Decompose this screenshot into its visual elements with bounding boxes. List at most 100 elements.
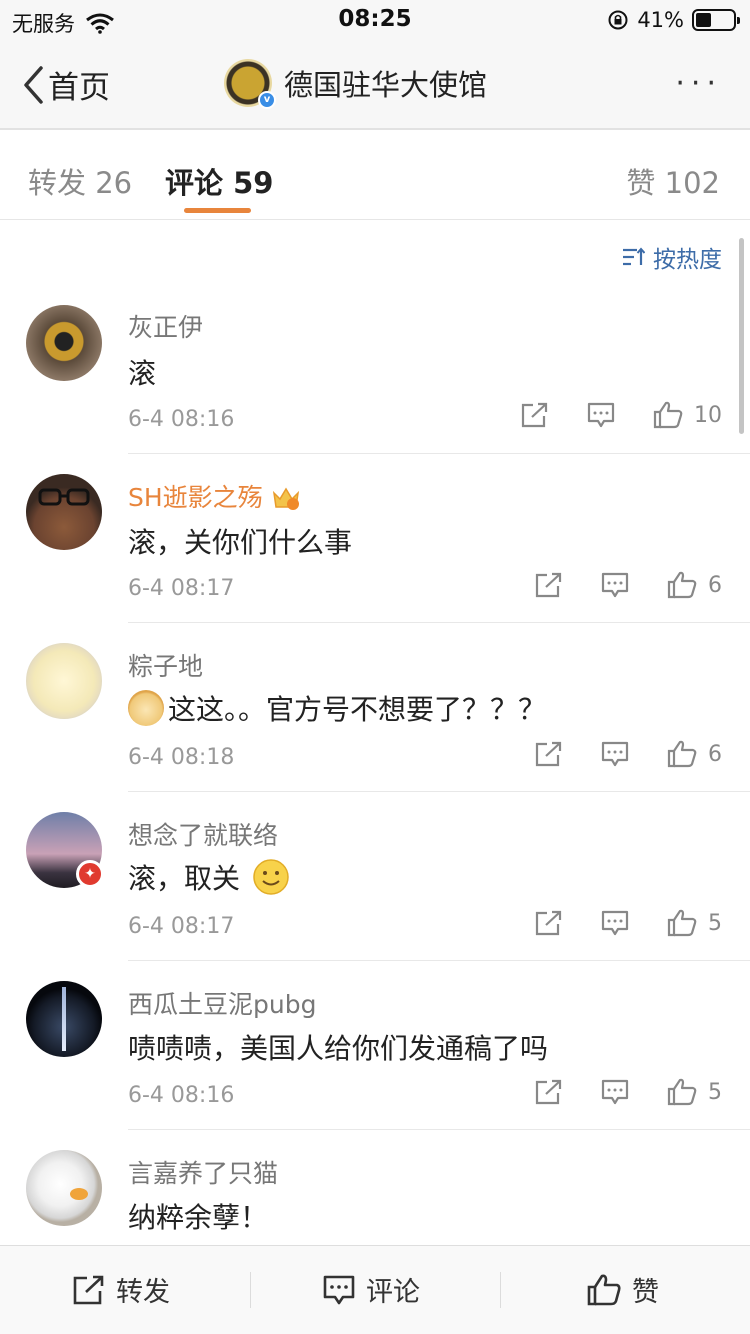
- comment-icon: [601, 572, 629, 598]
- like-button[interactable]: 10: [652, 400, 722, 430]
- divider: [128, 622, 750, 623]
- comment-text: 纳粹余孽！: [128, 1196, 268, 1236]
- separator: [250, 1272, 251, 1308]
- sort-label: 按热度: [653, 247, 722, 273]
- reply-button[interactable]: [600, 571, 630, 599]
- comment-time: 6-4 08:16: [128, 1083, 235, 1108]
- comment-text: 这这。。官方号不想要了？？？: [128, 688, 546, 728]
- comment-time: 6-4 08:17: [128, 576, 235, 601]
- reply-button[interactable]: [586, 401, 616, 429]
- divider: [128, 453, 750, 454]
- avatar[interactable]: ✦: [26, 812, 104, 888]
- badge-icon: ✦: [76, 860, 104, 888]
- tab-likes[interactable]: 赞 102: [626, 160, 720, 202]
- sort-toggle[interactable]: 按热度: [621, 240, 722, 274]
- comment-text: 滚: [128, 352, 156, 392]
- like-button[interactable]: 5: [666, 1077, 722, 1107]
- comment-author[interactable]: 西瓜土豆泥pubg: [128, 985, 316, 1021]
- share-icon: [73, 1275, 104, 1304]
- tab-bar: 转发 26 评论 59 赞 102: [0, 132, 750, 220]
- like-button[interactable]: 5: [666, 908, 722, 938]
- comment-actions: 10: [484, 400, 722, 430]
- back-button[interactable]: 首页: [22, 62, 110, 107]
- tab-repost[interactable]: 转发 26: [28, 160, 132, 202]
- comment-button[interactable]: 评论: [322, 1270, 420, 1309]
- share-button[interactable]: [534, 740, 564, 768]
- avatar[interactable]: [26, 474, 102, 550]
- comment-label: 评论: [366, 1277, 420, 1308]
- comment-actions: 5: [498, 1077, 722, 1107]
- like-count: 6: [708, 741, 722, 767]
- avatar[interactable]: [26, 1150, 102, 1226]
- active-tab-indicator: [184, 208, 251, 213]
- like-button[interactable]: 6: [666, 570, 722, 600]
- repost-label: 转发: [116, 1277, 170, 1308]
- tab-comments[interactable]: 评论 59: [165, 160, 273, 202]
- share-icon: [535, 1079, 562, 1105]
- vip-crown-icon: [272, 487, 299, 510]
- share-icon: [535, 572, 562, 598]
- share-icon: [521, 402, 548, 428]
- comment-icon: [587, 402, 615, 428]
- comment-icon: [601, 741, 629, 767]
- status-right: 41%: [607, 8, 740, 32]
- more-button[interactable]: ···: [675, 66, 722, 101]
- comment-body: 滚，取关: [128, 862, 241, 895]
- like-button[interactable]: 6: [666, 739, 722, 769]
- like-post-button[interactable]: 赞: [586, 1270, 659, 1309]
- share-button[interactable]: [534, 571, 564, 599]
- repost-button[interactable]: 转发: [72, 1270, 170, 1309]
- battery-level: [696, 13, 711, 27]
- comment-actions: 6: [498, 570, 722, 600]
- thumbs-up-icon: [667, 571, 697, 599]
- separator: [500, 1272, 501, 1308]
- back-label: 首页: [48, 70, 110, 106]
- divider: [128, 960, 750, 961]
- comment-author[interactable]: 灰正伊: [128, 308, 203, 344]
- divider: [128, 1129, 750, 1130]
- comment-author[interactable]: 言嘉养了只猫: [128, 1154, 278, 1190]
- comment-icon: [601, 910, 629, 936]
- comment-icon: [323, 1275, 355, 1304]
- comment-author[interactable]: 想念了就联络: [128, 816, 278, 852]
- tower-shape: [62, 987, 66, 1051]
- comment-actions: 5: [498, 908, 722, 938]
- scrollbar[interactable]: [739, 238, 744, 434]
- reply-button[interactable]: [600, 740, 630, 768]
- avatar[interactable]: [26, 981, 102, 1057]
- reply-button[interactable]: [600, 909, 630, 937]
- nav-bar: 首页 v 德国驻华大使馆 ···: [0, 40, 750, 130]
- share-button[interactable]: [534, 1078, 564, 1106]
- glasses-icon: [38, 488, 90, 506]
- beak-shape: [70, 1188, 88, 1200]
- share-button[interactable]: [534, 909, 564, 937]
- avatar[interactable]: [26, 643, 102, 719]
- like-label: 赞: [632, 1277, 659, 1308]
- thumbs-up-icon: [587, 1274, 621, 1305]
- share-icon: [535, 741, 562, 767]
- comment-text: 滚，关你们什么事: [128, 521, 352, 561]
- comment-body: 啧啧啧，美国人给你们发通稿了吗: [128, 1032, 549, 1065]
- bottom-action-bar: 转发 评论 赞: [0, 1245, 750, 1334]
- comment-body: 滚: [128, 357, 157, 390]
- comment-author[interactable]: 粽子地: [128, 647, 203, 683]
- thumbs-up-icon: [667, 1078, 697, 1106]
- rotation-lock-icon: [608, 10, 628, 30]
- comment-body: 滚，关你们什么事: [128, 526, 353, 559]
- share-button[interactable]: [520, 401, 550, 429]
- reply-button[interactable]: [600, 1078, 630, 1106]
- divider: [128, 791, 750, 792]
- comment-author[interactable]: SH逝影之殇: [128, 478, 301, 514]
- battery-percent: 41%: [637, 8, 684, 32]
- avatar[interactable]: [26, 305, 102, 381]
- account-header[interactable]: v 德国驻华大使馆: [224, 59, 488, 109]
- comment-body: 纳粹余孽！: [128, 1201, 269, 1234]
- author-name: SH逝影之殇: [128, 483, 263, 512]
- like-count: 5: [708, 1079, 722, 1105]
- sort-icon: [623, 247, 645, 266]
- page-title: 德国驻华大使馆: [284, 68, 488, 102]
- comment-actions: 6: [498, 739, 722, 769]
- status-bar: 无服务 08:25 41%: [0, 0, 750, 40]
- like-count: 10: [694, 402, 722, 428]
- account-avatar[interactable]: v: [224, 59, 276, 109]
